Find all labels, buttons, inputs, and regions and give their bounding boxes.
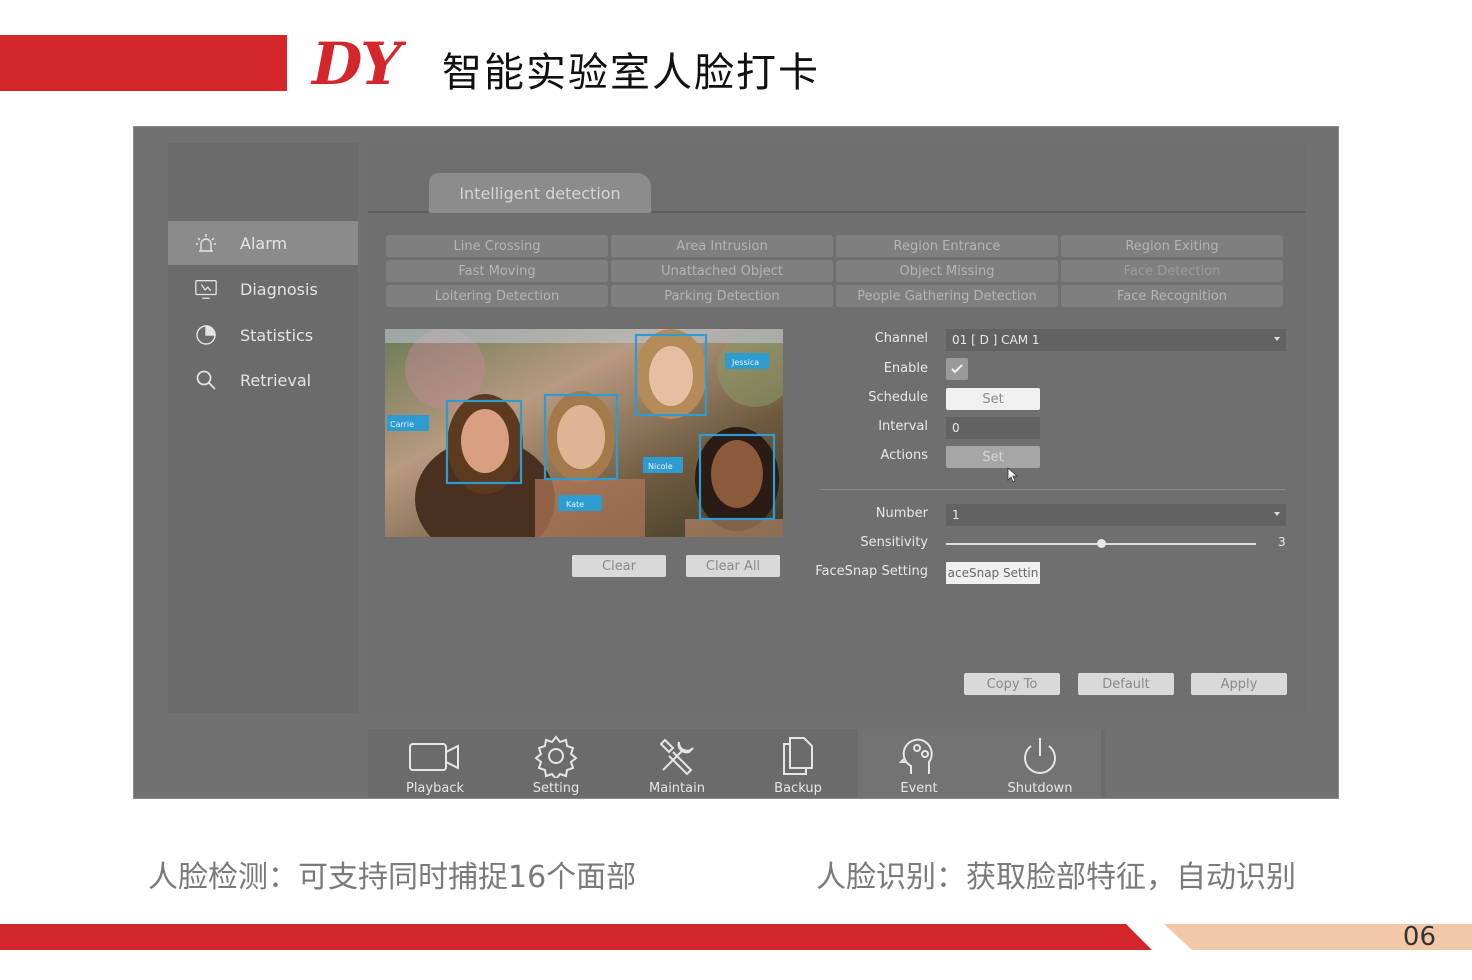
face-label-jessica: Jessica xyxy=(731,358,759,367)
statistics-icon xyxy=(194,323,218,347)
sensitivity-slider-handle[interactable] xyxy=(1097,539,1106,548)
fn-area-intrusion[interactable]: Area Intrusion xyxy=(611,235,833,257)
clear-all-button[interactable]: Clear All xyxy=(686,555,780,577)
channel-value: 01 [ D ] CAM 1 xyxy=(952,333,1040,347)
number-select[interactable]: 1 xyxy=(946,504,1286,526)
alarm-icon xyxy=(194,231,218,255)
chevron-down-icon xyxy=(1274,512,1280,516)
fn-parking-detection[interactable]: Parking Detection xyxy=(611,285,833,307)
sidebar-item-label: Retrieval xyxy=(240,370,312,390)
default-button[interactable]: Default xyxy=(1078,673,1174,695)
fn-unattached-object[interactable]: Unattached Object xyxy=(611,260,833,282)
fn-people-gathering-detection[interactable]: People Gathering Detection xyxy=(836,285,1058,307)
sensitivity-label: Sensitivity xyxy=(860,535,928,550)
dock-playback[interactable]: Playback xyxy=(374,729,496,798)
sidebar: Alarm Diagnosis Statistics Retrieval xyxy=(168,143,358,713)
copy-icon xyxy=(770,733,826,779)
fn-line-crossing[interactable]: Line Crossing xyxy=(386,235,608,257)
actions-set-button[interactable]: Set xyxy=(946,446,1040,468)
fn-loitering-detection[interactable]: Loitering Detection xyxy=(386,285,608,307)
sidebar-item-diagnosis[interactable]: Diagnosis xyxy=(168,267,358,311)
dock-maintain[interactable]: Maintain xyxy=(616,729,738,798)
bottom-dock: Playback Setting Maintain Backup Event S… xyxy=(368,729,1106,798)
number-value: 1 xyxy=(952,508,960,522)
tools-icon xyxy=(649,733,705,779)
dock-shutdown[interactable]: Shutdown xyxy=(979,729,1101,798)
page-number: 06 xyxy=(1402,922,1436,952)
fn-region-entrance[interactable]: Region Entrance xyxy=(836,235,1058,257)
main-panel: Intelligent detection Line Crossing Area… xyxy=(368,143,1306,713)
sidebar-item-label: Diagnosis xyxy=(240,279,318,299)
app-screenshot: Alarm Diagnosis Statistics Retrieval Int… xyxy=(133,126,1339,799)
dock-label: Backup xyxy=(774,781,822,796)
face-label-nicole: Nicole xyxy=(648,462,673,471)
power-icon xyxy=(1012,733,1068,779)
footer-red-bar xyxy=(0,924,1152,950)
sensitivity-value: 3 xyxy=(1278,535,1286,549)
dock-label: Shutdown xyxy=(1007,781,1073,796)
facesnap-setting-button[interactable]: aceSnap Settin xyxy=(946,562,1040,584)
dock-label: Playback xyxy=(405,781,464,796)
fn-region-exiting[interactable]: Region Exiting xyxy=(1061,235,1283,257)
search-icon xyxy=(194,368,218,392)
dock-label: Setting xyxy=(532,781,580,796)
sidebar-item-label: Alarm xyxy=(240,233,288,253)
sidebar-item-statistics[interactable]: Statistics xyxy=(168,313,358,357)
sidebar-item-retrieval[interactable]: Retrieval xyxy=(168,358,358,402)
chevron-down-icon xyxy=(1274,337,1280,341)
apply-button[interactable]: Apply xyxy=(1191,673,1287,695)
tab-intelligent-detection[interactable]: Intelligent detection xyxy=(429,173,651,213)
dock-setting[interactable]: Setting xyxy=(495,729,617,798)
enable-label: Enable xyxy=(883,361,928,376)
gear-icon xyxy=(528,733,584,779)
header-red-bar xyxy=(0,35,287,91)
face-label-carrie: Carrie xyxy=(390,420,414,429)
preview-image: Jessica Carrie Nicole Kate xyxy=(385,329,783,537)
fn-fast-moving[interactable]: Fast Moving xyxy=(386,260,608,282)
channel-label: Channel xyxy=(874,331,928,346)
face-label-kate: Kate xyxy=(566,500,584,509)
fn-face-recognition[interactable]: Face Recognition xyxy=(1061,285,1283,307)
number-label: Number xyxy=(875,506,928,521)
clear-button[interactable]: Clear xyxy=(572,555,666,577)
check-icon xyxy=(951,364,963,374)
channel-select[interactable]: 01 [ D ] CAM 1 xyxy=(946,329,1286,351)
head-gears-icon xyxy=(891,733,947,779)
interval-input[interactable]: 0 xyxy=(946,417,1040,439)
brand-logo: DY xyxy=(312,30,402,98)
slide: DY 智能实验室人脸打卡 Alarm Diagnosis Statistics … xyxy=(0,0,1472,980)
diagnosis-icon xyxy=(194,277,218,301)
fn-object-missing[interactable]: Object Missing xyxy=(836,260,1058,282)
dock-event[interactable]: Event xyxy=(858,729,980,798)
schedule-set-button[interactable]: Set xyxy=(946,388,1040,410)
dock-backup[interactable]: Backup xyxy=(737,729,859,798)
video-camera-icon xyxy=(407,733,463,779)
caption-face-recognition: 人脸识别：获取脸部特征，自动识别 xyxy=(816,860,1296,895)
schedule-label: Schedule xyxy=(868,390,928,405)
dock-label: Maintain xyxy=(649,781,705,796)
copy-to-button[interactable]: Copy To xyxy=(964,673,1060,695)
page-title: 智能实验室人脸打卡 xyxy=(442,50,820,96)
dock-label: Event xyxy=(900,781,938,796)
sidebar-item-alarm[interactable]: Alarm xyxy=(168,221,358,265)
fn-face-detection[interactable]: Face Detection xyxy=(1061,260,1283,282)
facesnap-label: FaceSnap Setting xyxy=(815,564,928,579)
sidebar-item-label: Statistics xyxy=(240,325,314,345)
form-divider xyxy=(820,489,1286,490)
actions-label: Actions xyxy=(880,448,929,463)
interval-label: Interval xyxy=(878,419,928,434)
enable-checkbox[interactable] xyxy=(946,358,968,380)
caption-face-detection: 人脸检测：可支持同时捕捉16个面部 xyxy=(148,860,637,895)
camera-preview[interactable]: Jessica Carrie Nicole Kate xyxy=(385,329,783,537)
mouse-cursor-icon xyxy=(1007,467,1019,483)
